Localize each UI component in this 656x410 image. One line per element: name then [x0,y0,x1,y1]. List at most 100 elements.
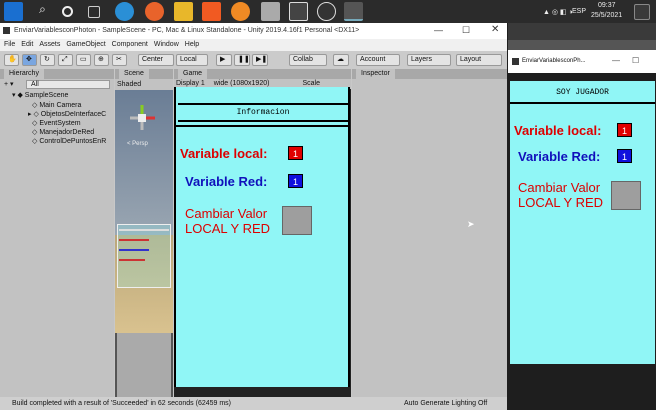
tab-game[interactable]: Game [178,69,208,79]
item-label: Main Camera [39,102,82,109]
create-button[interactable]: + ▾ [4,80,14,88]
list-item[interactable]: ▸ ◇ ObjetosDeInterfaceC [28,110,106,118]
unity-icon[interactable] [344,2,363,21]
app-change-value-button[interactable] [611,181,641,210]
cloud-icon[interactable]: ☁ [333,54,349,66]
app-variable-red-value: 1 [617,149,632,163]
layers-dropdown[interactable]: Layers [407,54,451,66]
obs-icon[interactable] [317,2,336,21]
app-maximize-icon[interactable]: ☐ [632,56,639,65]
game-canvas: Informacion Variable local: 1 Variable R… [174,87,350,387]
menu-edit[interactable]: Edit [21,41,33,48]
list-item[interactable]: ◇ Main Camera [32,101,81,109]
rect-tool-icon[interactable]: ▭ [76,54,91,66]
status-message: Build completed with a result of 'Succee… [12,400,232,407]
menu-window[interactable]: Window [154,41,179,48]
play-icon[interactable]: ▶ [216,54,232,66]
variable-local-value: 1 [288,146,303,160]
scene-tabbar: Scene [115,69,173,79]
space-toggle[interactable]: Local [176,54,208,66]
app-change-value-label-line2: LOCAL Y RED [518,195,604,210]
network-icon[interactable]: ▲ ◎ ◧ ◑ [543,8,573,16]
scene-canvas-outline [117,224,171,288]
pivot-toggle[interactable]: Center [138,54,174,66]
transform-tool-icon[interactable]: ⊕ [94,54,109,66]
app-variable-red-label: Variable Red: [518,149,601,164]
mouse-cursor-icon: ➤ [467,219,475,229]
aspect-dropdown[interactable]: wide (1080x1920) [214,80,270,87]
close-icon[interactable]: ✕ [491,24,499,35]
scene-lower [117,333,171,397]
menu-bar: File Edit Assets GameObject Component Window H… [0,39,507,51]
window-title: EnviarVariablesconPhoton - SampleScene -… [0,23,507,39]
clock-time[interactable]: 09:37 [598,2,616,9]
step-icon[interactable]: ▶❚ [252,54,268,66]
task-view-icon[interactable] [88,6,100,18]
hierarchy-panel: Hierarchy + ▾ All ▾ ◆ SampleScene ◇ Main… [0,69,114,397]
game-tabbar: Game [174,69,351,79]
divider [176,125,348,127]
menu-gameobject[interactable]: GameObject [66,41,105,48]
notifications-icon[interactable] [634,4,650,20]
rotate-tool-icon[interactable]: ↻ [40,54,55,66]
maximize-icon[interactable]: ☐ [462,25,470,36]
build-app-window: EnviarVariablesconPh... — ☐ SOY JUGADOR … [508,23,656,410]
scene-root[interactable]: ▾ ◆ SampleScene [12,91,68,99]
hierarchy-search-input[interactable]: All [26,80,110,89]
shading-dropdown[interactable]: Shaded [115,79,173,90]
persp-label[interactable]: < Persp [127,141,148,147]
toolbar: ✋ ✥ ↻ ⤢ ▭ ⊕ ✂ Center Local ▶ ❚❚ ▶❚ Colla… [0,51,507,69]
edge-icon[interactable] [115,2,134,21]
info-header: Informacion [178,103,348,122]
scene-ui-line [119,259,145,261]
change-value-label-line2: LOCAL Y RED [185,221,271,236]
firefox-icon[interactable] [145,2,164,21]
app-canvas: SOY JUGADOR Variable local: 1 Variable R… [510,81,655,364]
hand-tool-icon[interactable]: ✋ [4,54,19,66]
language-indicator[interactable]: ESP [572,8,586,15]
unity-logo-icon [3,27,10,34]
collab-dropdown[interactable]: Collab [289,54,327,66]
search-icon[interactable]: ⌕ [33,2,52,21]
list-item[interactable]: ◇ ControlDePuntosEnR [32,137,106,145]
hierarchy-tabbar: Hierarchy [0,69,114,79]
lighting-status: Auto Generate Lighting Off [404,400,488,407]
scene-panel: Scene Shaded < Persp [115,69,173,397]
inspector-panel: Inspector ➤ [352,69,507,397]
app-variable-local-label: Variable local: [514,123,602,138]
scene-gizmo-icon[interactable] [127,103,157,133]
tab-inspector[interactable]: Inspector [356,69,395,79]
account-dropdown[interactable]: Account [356,54,400,66]
menu-help[interactable]: Help [185,41,199,48]
change-value-button[interactable] [282,206,312,235]
clock-date[interactable]: 25/5/2021 [591,12,622,19]
app-minimize-icon[interactable]: — [612,56,620,65]
change-value-label-line1: Cambiar Valor [185,206,268,221]
scale-label: Scale [302,80,320,87]
custom-tool-icon[interactable]: ✂ [112,54,127,66]
player-header: SOY JUGADOR [510,81,655,104]
variable-local-label: Variable local: [180,146,268,161]
tab-scene[interactable]: Scene [119,69,149,79]
menu-file[interactable]: File [4,41,15,48]
scale-tool-icon[interactable]: ⤢ [58,54,73,66]
list-item[interactable]: ◇ ManejadorDeRed [32,128,94,136]
windows-start-icon[interactable] [4,2,23,21]
menu-component[interactable]: Component [112,41,148,48]
app-logo-icon [512,58,519,65]
file-explorer-icon[interactable] [174,2,193,21]
tab-hierarchy[interactable]: Hierarchy [4,69,44,79]
minimize-icon[interactable]: — [434,25,443,35]
cortana-icon[interactable] [62,6,73,17]
blender-icon[interactable] [231,2,250,21]
app-icon[interactable] [261,2,280,21]
list-item[interactable]: ◇ EventSystem [32,119,81,127]
menu-assets[interactable]: Assets [39,41,60,48]
scene-ui-line [119,249,149,251]
layout-dropdown[interactable]: Layout [456,54,502,66]
move-tool-icon[interactable]: ✥ [22,54,37,66]
display-dropdown[interactable]: Display 1 [176,80,205,87]
pause-icon[interactable]: ❚❚ [234,54,250,66]
brave-icon[interactable] [202,2,221,21]
unity-hub-icon[interactable] [289,2,308,21]
